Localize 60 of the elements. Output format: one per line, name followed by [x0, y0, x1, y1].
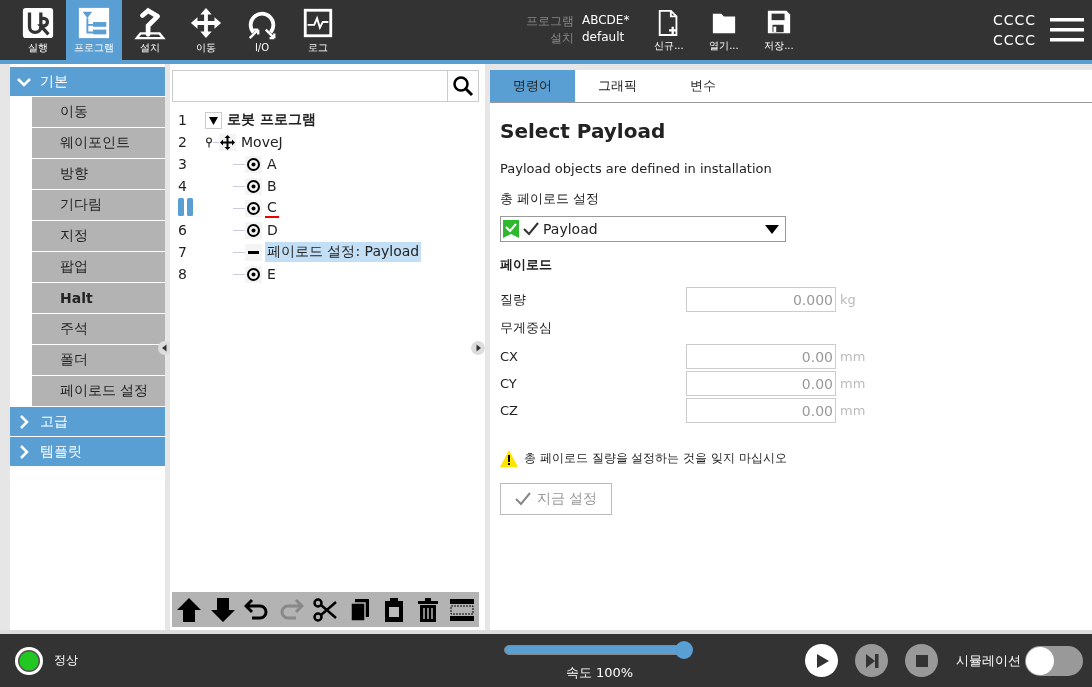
command-item[interactable]: 지정: [32, 221, 165, 251]
warning-text: 총 페이로드 질량을 설정하는 것을 잊지 마십시오: [524, 450, 787, 467]
speed-label: 속도 100%: [565, 663, 634, 682]
nav-tab[interactable]: I/O: [234, 0, 290, 60]
line-number: 6: [177, 222, 188, 238]
unit-label: kg: [840, 292, 856, 307]
command-item[interactable]: Halt: [32, 283, 165, 313]
editor-tab[interactable]: 그래픽: [575, 70, 660, 102]
installation-name: default: [582, 30, 626, 46]
nav-tab[interactable]: 로그: [290, 0, 346, 60]
simulation-label: 시뮬레이션: [956, 651, 1021, 670]
unit-label: mm: [840, 349, 866, 364]
status-text: 정상: [54, 652, 78, 669]
program-node[interactable]: MoveJ: [239, 133, 285, 151]
section-heading: 페이로드: [500, 256, 553, 274]
command-item[interactable]: 폴더: [32, 345, 165, 375]
file-button[interactable]: 열기...: [696, 0, 752, 60]
program-node[interactable]: 로봇 프로그램: [225, 110, 318, 130]
line-number: 8: [177, 266, 188, 282]
program-label: 프로그램: [526, 13, 574, 30]
command-item[interactable]: 웨이포인트: [32, 128, 165, 158]
line-number: 7: [177, 244, 188, 260]
page-title: Select Payload: [500, 119, 667, 143]
installation-label: 설치: [549, 30, 574, 47]
program-node[interactable]: D: [265, 221, 280, 239]
field-label: CX: [500, 349, 519, 364]
file-button[interactable]: 신규...: [641, 0, 697, 60]
command-item[interactable]: 페이로드 설정: [32, 376, 165, 406]
program-node[interactable]: A: [265, 155, 279, 173]
editor-tab[interactable]: 명령어: [490, 70, 575, 102]
line-number: 1: [177, 112, 188, 128]
description: Payload objects are defined in installation: [500, 161, 773, 176]
command-item[interactable]: 기다림: [32, 190, 165, 220]
program-name: ABCDE*: [582, 13, 630, 29]
payload-dropdown[interactable]: Payload: [500, 216, 786, 242]
program-node[interactable]: C: [265, 198, 279, 218]
line-number: 3: [177, 156, 188, 172]
command-item[interactable]: 방향: [32, 159, 165, 189]
editor-tab[interactable]: 변수: [660, 70, 745, 102]
nav-tab[interactable]: 이동: [178, 0, 234, 60]
program-node[interactable]: 페이로드 설정: Payload: [265, 242, 422, 262]
line-number: 2: [177, 134, 188, 150]
unit-label: mm: [840, 376, 866, 391]
user-text: CCCC: [992, 11, 1036, 30]
command-item[interactable]: 이동: [32, 97, 165, 127]
field-label: 총 페이로드 설정: [500, 190, 601, 208]
nav-tab[interactable]: 설치: [122, 0, 178, 60]
command-item[interactable]: 주석: [32, 314, 165, 344]
line-number: 4: [177, 178, 188, 194]
user-text: CCCC: [992, 31, 1036, 50]
field-label: 무게중심: [500, 319, 553, 337]
program-node[interactable]: B: [265, 177, 279, 195]
field-label: CZ: [500, 403, 519, 418]
program-node[interactable]: E: [265, 265, 278, 283]
nav-tab[interactable]: 실행: [10, 0, 66, 60]
field-label: 질량: [500, 290, 527, 309]
file-button[interactable]: 저장...: [751, 0, 807, 60]
command-item[interactable]: 팝업: [32, 252, 165, 282]
unit-label: mm: [840, 403, 866, 418]
field-label: CY: [500, 376, 518, 391]
